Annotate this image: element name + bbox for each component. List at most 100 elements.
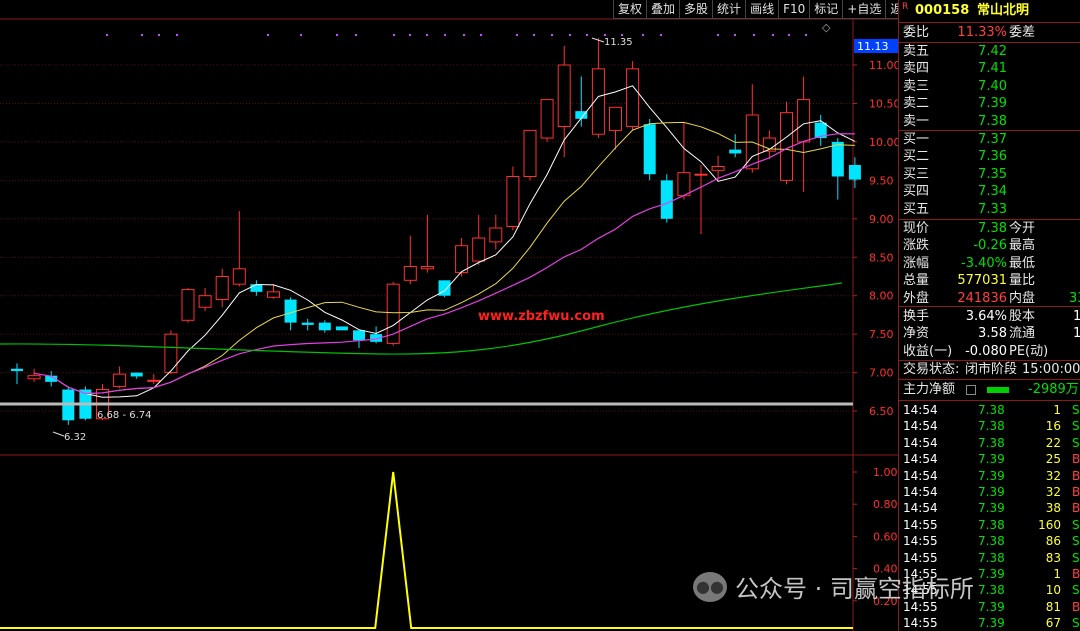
candle-body-up	[523, 129, 537, 178]
diamond-icon[interactable]: ◇	[822, 21, 831, 34]
multi-stock-button[interactable]: 多股	[679, 0, 713, 19]
tick-side: S	[1072, 419, 1080, 434]
statistics-button[interactable]: 统计	[712, 0, 746, 19]
candle-body-up	[694, 173, 708, 176]
signal-dot	[106, 34, 108, 36]
tick-price: 7.39	[978, 485, 1005, 499]
signal-dot	[463, 34, 465, 36]
f10-button[interactable]: F10	[778, 0, 810, 19]
sell-row: 卖五 7.42	[899, 43, 1080, 60]
main-force-bar	[987, 387, 1009, 393]
stat-label: 涨幅	[903, 255, 930, 271]
candle-body-up	[540, 99, 554, 139]
mark-button[interactable]: 标记	[809, 0, 843, 19]
signal-dot	[717, 34, 719, 36]
signal-dot	[621, 34, 623, 36]
buy-price: 7.37	[978, 132, 1007, 147]
price-tick-label: 8.00	[869, 290, 894, 303]
flag-icon: R	[902, 2, 909, 12]
tick-volume: 81	[1045, 599, 1061, 614]
buy-price: 7.33	[978, 201, 1007, 217]
price-tick-label: 7.00	[869, 367, 894, 380]
sell-level-label: 卖三	[903, 78, 930, 94]
ma10-line	[85, 121, 855, 394]
candle-body-down	[660, 180, 673, 219]
buy-price: 7.36	[978, 149, 1007, 165]
signal-dot	[444, 34, 446, 36]
tick-price: 7.39	[978, 501, 1005, 516]
tick-volume: 83	[1045, 550, 1061, 565]
buy-row: 买一 7.37	[899, 131, 1080, 148]
tick-time: 14:54	[903, 501, 938, 516]
fuquan-button[interactable]: 复权	[613, 0, 647, 19]
tick-volume: 38	[1045, 501, 1061, 516]
stat-row: 现价 7.38 今开	[899, 220, 1080, 237]
tick-time: 14:55	[903, 616, 938, 631]
buy-level-label: 买三	[903, 166, 930, 182]
tick-price: 7.39	[978, 567, 1005, 581]
sell-price: 7.39	[978, 96, 1007, 112]
stat-label: 总量	[903, 273, 930, 289]
trade-state-row: 交易状态: 闭市阶段 15:00:00	[899, 361, 1080, 378]
candle-body-down	[353, 330, 365, 341]
tick-side: B	[1072, 468, 1080, 483]
tick-row: 14:55 7.38 83 S	[899, 550, 1080, 567]
stat-value: -0.26	[973, 238, 1007, 254]
price-tick-label: 7.50	[869, 328, 894, 341]
tick-volume: 32	[1045, 468, 1061, 483]
kline-chart[interactable]: 11.00 10.50 10.00 9.50 9.00 8.50 8.00 7.50 7.00 6…	[0, 0, 898, 631]
tick-row: 14:54 7.39 32 B	[899, 484, 1080, 501]
sell-row: 卖四 7.41	[899, 60, 1080, 77]
buy-price: 7.35	[978, 166, 1007, 182]
tick-side: B	[1072, 452, 1080, 467]
stat2-value: -0.080	[965, 343, 1007, 359]
stat-row: 外盘 241836内盘 33	[899, 290, 1080, 307]
signal-dot	[604, 34, 606, 36]
candle-body-up	[403, 265, 417, 281]
draw-line-button[interactable]: 画线	[745, 0, 779, 19]
tick-price: 7.39	[978, 599, 1005, 614]
candle-body-up	[472, 237, 486, 262]
main-force-value: -2989万	[1028, 382, 1079, 397]
tick-time: 14:55	[903, 517, 938, 532]
signal-dot	[355, 34, 357, 36]
tick-side: S	[1072, 616, 1080, 631]
trade-state-label: 交易状态:	[903, 362, 960, 377]
main-force-toggle[interactable]	[966, 385, 976, 395]
overlay-button[interactable]: 叠加	[646, 0, 680, 19]
price-tick-label: 8.50	[869, 251, 894, 264]
candle-body-up	[506, 176, 520, 227]
signal-dot	[409, 34, 411, 36]
weibi-value: 11.33%	[957, 25, 1007, 40]
sell-price: 7.42	[978, 44, 1007, 59]
signal-dot	[141, 34, 143, 36]
signal-dot	[426, 34, 428, 36]
stat-label-2: 今开	[1009, 221, 1036, 236]
site-watermark: www.zbzfwu.com	[478, 309, 605, 324]
add-favorite-button[interactable]: +自选	[842, 0, 886, 19]
signal-dot	[586, 34, 588, 36]
main-force-row: 主力净额 -2989万	[899, 381, 1080, 398]
sell-level-label: 卖四	[903, 61, 930, 77]
signal-dot	[267, 34, 269, 36]
sell-price: 7.38	[978, 113, 1007, 129]
signal-dot	[533, 34, 535, 36]
tick-time: 14:54	[903, 419, 938, 434]
stat2-value: 3.58	[978, 326, 1007, 342]
tick-time: 14:54	[903, 435, 938, 450]
tick-row: 14:54 7.38 22 S	[899, 435, 1080, 452]
stat2-label-2: 股本	[1009, 309, 1036, 324]
current-price-tag: 11.13	[857, 40, 889, 53]
stat2-label-2: PE(动)	[1009, 343, 1049, 359]
tick-volume: 1	[1053, 403, 1061, 417]
range-label: 6.68 - 6.74	[97, 410, 152, 421]
tick-side: B	[1072, 567, 1080, 581]
tick-time: 14:55	[903, 550, 938, 565]
candle-body-up	[626, 68, 640, 128]
candle-body-up	[181, 289, 195, 321]
tick-row: 14:54 7.38 1 S	[899, 402, 1080, 419]
tick-side: S	[1072, 517, 1080, 532]
candle-body-down	[335, 326, 348, 331]
tick-price: 7.38	[978, 534, 1005, 549]
candle-body-down	[848, 164, 861, 180]
